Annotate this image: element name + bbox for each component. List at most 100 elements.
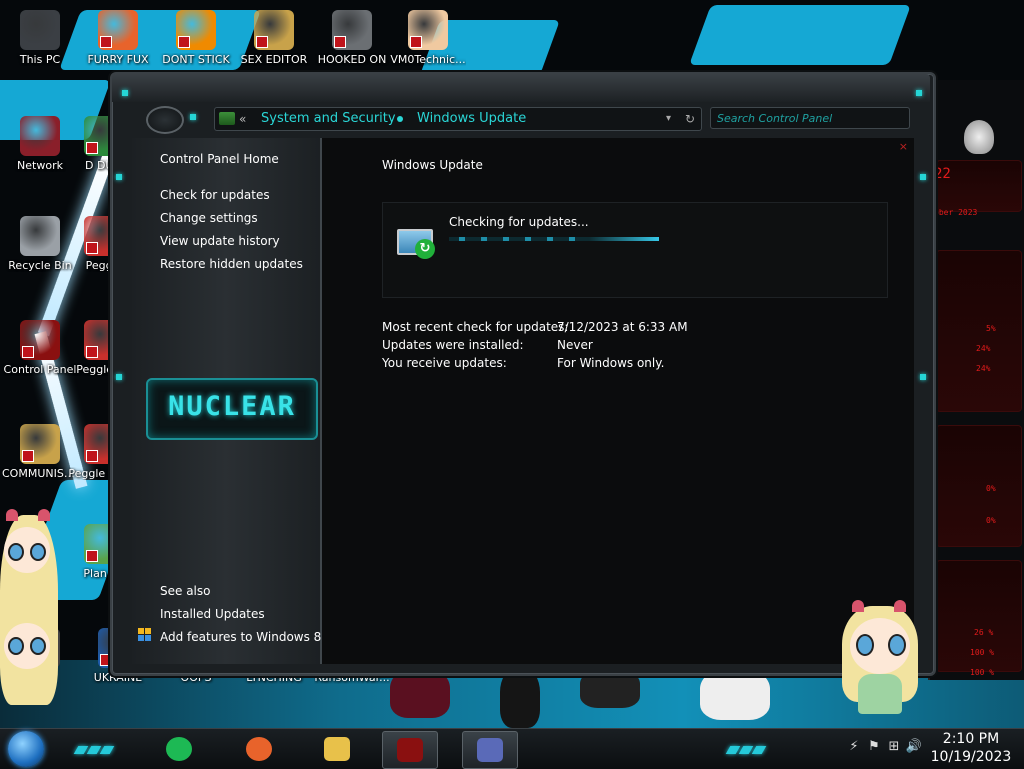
game-icon [332, 10, 372, 50]
doctor-icon [408, 10, 448, 50]
shortcut-arrow-icon [86, 550, 98, 562]
control-panel-window: « System and Security Windows Update ▾ ↻… [110, 72, 936, 676]
nav-link-check-for-updates[interactable]: Check for updates [160, 188, 270, 202]
shortcut-arrow-icon [86, 450, 98, 462]
window-toolbar: « System and Security Windows Update ▾ ↻ [132, 102, 912, 136]
alien-head-icon [964, 120, 994, 154]
windows-features-icon [138, 628, 152, 642]
clock-time: 2:10 PM [942, 731, 1000, 747]
see-also-heading: See also [160, 584, 211, 598]
info-label: Most recent check for updates: [382, 320, 569, 334]
taskbar-clock[interactable]: 2:10 PM 10/19/2023 [926, 730, 1016, 766]
gadget-readout: 22 [934, 166, 951, 182]
address-dropdown-icon[interactable]: ▾ [666, 108, 671, 130]
system-tray: ⚡ ⚑ ⊞ 🔊 [844, 739, 924, 759]
nuclear-theme-logo: NUCLEAR [146, 378, 318, 440]
desktop-icon[interactable]: DONT STICK [158, 10, 234, 66]
back-forward-button[interactable] [146, 106, 184, 134]
desktop-icon-label: HOOKED ON [317, 53, 387, 66]
window-card-icon [477, 738, 503, 762]
nav-link-view-update-history[interactable]: View update history [160, 234, 280, 248]
left-nav-pane: Control Panel Home Check for updates Cha… [132, 138, 333, 664]
gadget-panel [936, 250, 1022, 412]
shortcut-arrow-icon [178, 36, 190, 48]
gadget-panel [936, 425, 1022, 547]
alienware-gadget: 22 ober 2023 5% 24% 24% 0% 0% 26 % 100 %… [928, 80, 1024, 680]
gadget-readout: 5% [986, 324, 996, 333]
frame-accent [920, 374, 926, 380]
cartoon-character-left [0, 505, 60, 705]
info-value: Never [557, 338, 593, 352]
spotify-icon [166, 737, 192, 761]
shortcut-arrow-icon [256, 36, 268, 48]
flag-icon[interactable]: ⚑ [864, 739, 884, 754]
gadget-readout: 26 % [974, 628, 994, 637]
gadget-readout: 24% [976, 344, 991, 353]
shortcut-arrow-icon [86, 142, 98, 154]
taskbar-app-button[interactable] [310, 731, 364, 767]
nav-link-control-panel-home[interactable]: Control Panel Home [160, 152, 279, 166]
wallpaper-figure [500, 668, 540, 728]
gadget-readout: 100 % [970, 648, 995, 657]
taskbar-decoration [73, 739, 115, 754]
main-content: × Windows Update ↻ Checking for updates.… [322, 138, 914, 664]
taskbar-app-button[interactable] [382, 731, 438, 769]
desktop-icon[interactable]: This PC [2, 10, 78, 66]
taskbar-app-button[interactable] [152, 731, 206, 767]
refresh-icon[interactable]: ↻ [685, 108, 695, 130]
desktop-icon[interactable]: FURRY FUX [80, 10, 156, 66]
frame-accent [916, 90, 922, 96]
network-icon [20, 116, 60, 156]
volume-icon[interactable]: 🔊 [904, 739, 924, 754]
info-value: 7/12/2023 at 6:33 AM [557, 320, 688, 334]
control-panel-icon [397, 738, 423, 762]
gadget-readout: 24% [976, 364, 991, 373]
frame-accent [122, 90, 128, 96]
taskbar: ⚡ ⚑ ⊞ 🔊 2:10 PM 10/19/2023 [0, 728, 1024, 769]
breadcrumb-windows-update[interactable]: Windows Update [417, 108, 526, 130]
desktop-icon[interactable]: VM0Technic... [390, 10, 466, 66]
taskbar-app-button[interactable] [462, 731, 518, 769]
breadcrumb-system-and-security[interactable]: System and Security [261, 108, 396, 130]
taskbar-app-button[interactable] [232, 731, 286, 767]
cartoon-character-right [838, 598, 922, 724]
update-status-text: Checking for updates... [449, 215, 589, 229]
money-bag-icon [20, 424, 60, 464]
taskbar-decoration [725, 739, 767, 754]
shortcut-arrow-icon [334, 36, 346, 48]
control-panel-icon [20, 320, 60, 360]
window-frame-top[interactable] [112, 74, 930, 102]
alert-icon[interactable]: ⚡ [844, 739, 864, 754]
network-icon[interactable]: ⊞ [884, 739, 904, 754]
desktop-icon-label: This PC [19, 53, 61, 66]
nav-link-add-features[interactable]: Add features to Windows 8.1 [160, 630, 333, 644]
close-icon[interactable]: × [899, 140, 908, 153]
shortcut-arrow-icon [410, 36, 422, 48]
firefox-icon [98, 10, 138, 50]
start-button[interactable] [8, 731, 44, 767]
info-value: For Windows only. [557, 356, 665, 370]
desktop-icon[interactable]: SEX EDITOR [236, 10, 312, 66]
hxd-icon [254, 10, 294, 50]
address-bar[interactable]: « System and Security Windows Update ▾ ↻ [214, 107, 702, 131]
desktop-icon-label: SEX EDITOR [240, 53, 308, 66]
nav-link-change-settings[interactable]: Change settings [160, 211, 258, 225]
control-panel-icon [219, 112, 235, 125]
update-status-panel: ↻ Checking for updates... [382, 202, 888, 298]
shortcut-arrow-icon [22, 346, 34, 358]
computer-icon [20, 10, 60, 50]
recycle-bin-icon [20, 216, 60, 256]
windows-update-icon: ↻ [397, 225, 435, 259]
search-input[interactable] [710, 107, 910, 129]
shortcut-arrow-icon [86, 346, 98, 358]
nav-link-installed-updates[interactable]: Installed Updates [160, 607, 265, 621]
desktop-icon[interactable]: HOOKED ON [314, 10, 390, 66]
frame-accent [116, 174, 122, 180]
desktop-icon-label: DONT STICK [162, 53, 230, 66]
desktop-icon-label: VM0Technic... [390, 53, 466, 66]
desktop-icon-label: FURRY FUX [87, 53, 149, 66]
file-explorer-icon [324, 737, 350, 761]
breadcrumb-chevron[interactable]: « [239, 108, 246, 130]
nav-link-restore-hidden-updates[interactable]: Restore hidden updates [160, 257, 303, 271]
wallpaper-graphic [689, 5, 911, 65]
